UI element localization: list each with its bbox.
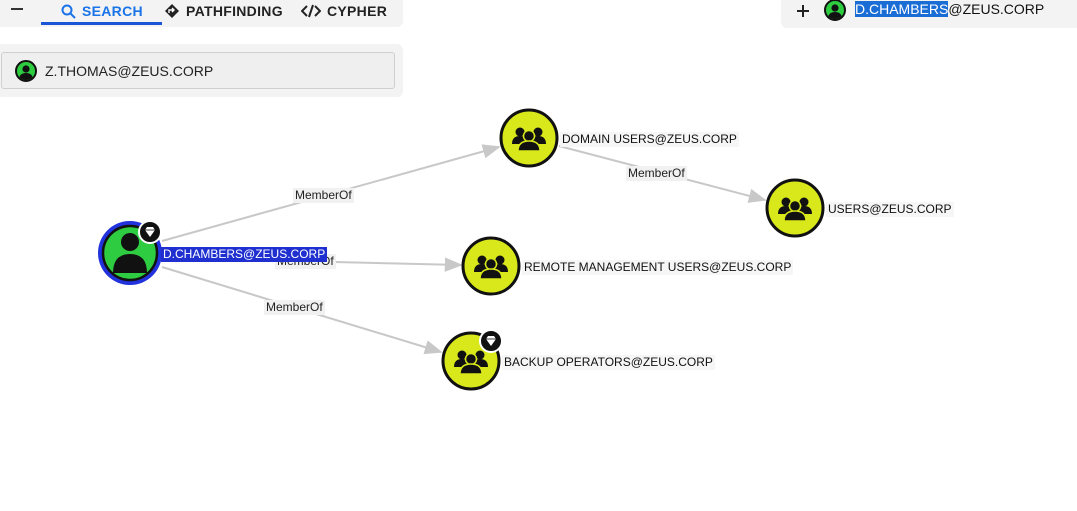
code-icon (301, 4, 321, 18)
diamond-arrow-icon (164, 3, 180, 19)
search-input[interactable] (43, 61, 377, 80)
search-panel (0, 44, 403, 97)
edge-label: MemberOf (626, 166, 687, 181)
active-tab-indicator (41, 22, 162, 25)
node-label-users[interactable]: USERS@ZEUS.CORP (826, 202, 954, 217)
tab-cypher[interactable]: CYPHER (301, 0, 387, 24)
node-label-backupops[interactable]: BACKUP OPERATORS@ZEUS.CORP (502, 355, 715, 370)
search-tabs-bar: SEARCH PATHFINDING CYPHER (0, 0, 403, 27)
node-label-remotemgmt[interactable]: REMOTE MANAGEMENT USERS@ZEUS.CORP (522, 260, 794, 275)
collapse-button[interactable] (6, 0, 28, 20)
tab-label: PATHFINDING (186, 3, 283, 19)
node-remotemgmt[interactable] (461, 236, 521, 296)
edge-label: MemberOf (293, 188, 354, 203)
node-detail-header: D.CHAMBERS@ZEUS.CORP (781, 0, 1077, 28)
tab-label: CYPHER (327, 3, 388, 19)
selected-text: D.CHAMBERS (855, 1, 949, 17)
search-icon (61, 4, 76, 19)
node-backupops[interactable] (441, 329, 503, 391)
tab-search[interactable]: SEARCH (61, 0, 143, 24)
minus-icon (11, 8, 23, 10)
plus-icon (797, 5, 809, 17)
user-icon (824, 0, 846, 21)
expand-button[interactable] (795, 0, 811, 22)
node-dchambers[interactable] (98, 220, 162, 285)
edge-label: MemberOf (264, 300, 325, 315)
tab-label: SEARCH (82, 3, 143, 19)
tab-pathfinding[interactable]: PATHFINDING (164, 0, 283, 24)
high-value-gem-icon (479, 329, 503, 353)
user-icon (15, 59, 37, 82)
name-domain: @ZEUS.CORP (948, 1, 1045, 17)
search-field[interactable] (1, 52, 395, 89)
node-label-domainusers[interactable]: DOMAIN USERS@ZEUS.CORP (560, 132, 739, 147)
node-domainusers[interactable] (499, 108, 559, 168)
detail-node-name[interactable]: D.CHAMBERS@ZEUS.CORP (855, 1, 1044, 17)
node-users[interactable] (765, 178, 825, 238)
node-label-dchambers[interactable]: D.CHAMBERS@ZEUS.CORP (161, 247, 328, 262)
high-value-gem-icon (138, 220, 162, 244)
